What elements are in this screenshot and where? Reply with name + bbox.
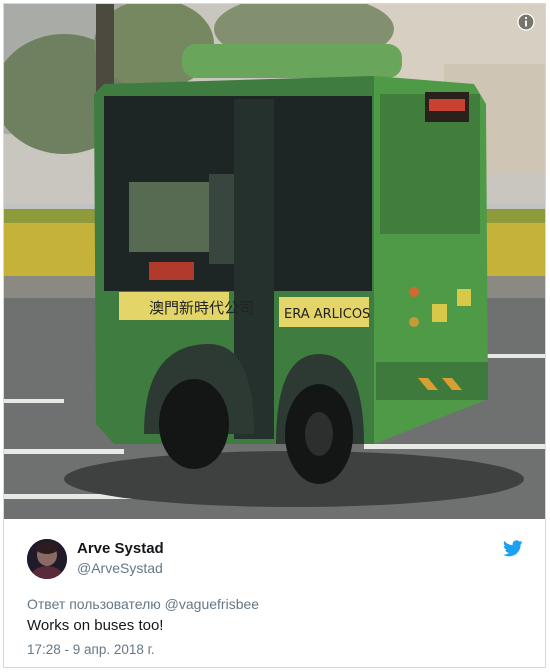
display-name[interactable]: Arve Systad: [77, 540, 164, 557]
tweet-photo[interactable]: 澳門新時代公司 ERA ARLICOS: [4, 4, 545, 519]
reply-prefix: Ответ пользователю: [27, 596, 161, 612]
embedded-tweet-card: 澳門新時代公司 ERA ARLICOS Arve Systad @ArveSys…: [3, 3, 546, 668]
bus-sign-latin: ERA ARLICOS: [284, 307, 370, 322]
tweet-timestamp[interactable]: 17:28 - 9 апр. 2018 г.: [27, 642, 155, 657]
tweet-body: Arve Systad @ArveSystad Ответ пользовате…: [4, 519, 545, 667]
bus-photo-illustration: 澳門新時代公司 ERA ARLICOS: [4, 4, 545, 519]
user-handle[interactable]: @ArveSystad: [77, 560, 163, 576]
avatar[interactable]: [27, 539, 67, 579]
tweet-text: Works on buses too!: [27, 617, 164, 634]
reply-to-handle-link[interactable]: @vaguefrisbee: [165, 596, 259, 612]
bus-sign-chinese: 澳門新時代公司: [149, 299, 254, 317]
info-icon[interactable]: [517, 13, 535, 31]
reply-context: Ответ пользователю @vaguefrisbee: [27, 596, 259, 612]
avatar-image: [27, 539, 67, 579]
twitter-bird-icon[interactable]: [503, 540, 523, 557]
